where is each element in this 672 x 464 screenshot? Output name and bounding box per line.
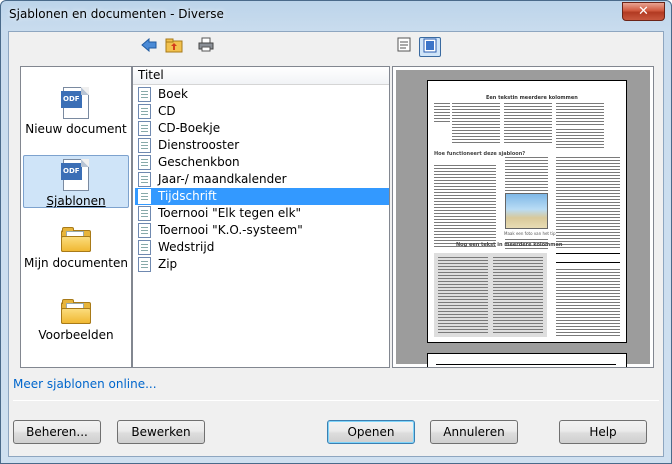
preview-rule-box: [556, 253, 620, 263]
preview-text-column: [556, 157, 620, 249]
template-file-icon: [138, 206, 151, 221]
templates-icon: ODF: [61, 159, 89, 191]
examples-folder-icon: [61, 299, 91, 325]
preview-text-column: [505, 157, 548, 191]
help-button[interactable]: Help: [559, 420, 647, 444]
list-item[interactable]: Toernooi "K.O.-systeem": [135, 222, 389, 239]
list-item[interactable]: Dienstrooster: [135, 137, 389, 154]
list-item[interactable]: Toernooi "Elk tegen elk": [135, 205, 389, 222]
category-label: Sjablonen: [46, 194, 106, 208]
preview-shaded-box: [434, 253, 547, 337]
my-documents-folder-icon: [61, 227, 91, 253]
list-item[interactable]: CD-Boekje: [135, 120, 389, 137]
preview-text-column: [438, 257, 488, 333]
template-file-icon: [138, 104, 151, 119]
category-label: Voorbeelden: [38, 328, 114, 342]
list-item[interactable]: Wedstrijd: [135, 239, 389, 256]
list-item[interactable]: Zip: [135, 256, 389, 273]
preview-image: [505, 193, 548, 229]
window-title: Sjablonen en documenten - Diverse: [9, 7, 224, 21]
document-properties-button[interactable]: [393, 37, 415, 57]
separator: [13, 400, 659, 401]
preview-headline: Nog een tekst in meerdere kolommen: [456, 242, 563, 248]
category-label: Mijn documenten: [24, 256, 128, 270]
column-header-title[interactable]: Titel: [133, 67, 389, 85]
preview-text-column: [556, 129, 604, 149]
category-my-documents[interactable]: Mijn documenten: [23, 227, 129, 293]
manage-button[interactable]: Beheren...: [13, 420, 101, 444]
template-list: Titel Boek CD CD-Boekje Dienstrooster Ge…: [132, 66, 390, 368]
document-properties-icon: [397, 37, 411, 52]
close-button[interactable]: ✕: [622, 2, 665, 21]
category-examples[interactable]: Voorbeelden: [23, 299, 129, 349]
category-new-document[interactable]: ODF Nieuw document: [23, 87, 129, 153]
template-file-icon: [138, 121, 151, 136]
category-pane: ODF Nieuw document ODF Sjablonen Mijn do…: [20, 66, 132, 368]
folder-up-icon: [165, 38, 183, 53]
template-file-icon: [138, 155, 151, 170]
list-item[interactable]: Geschenkbon: [135, 154, 389, 171]
back-button[interactable]: [138, 37, 160, 57]
category-templates[interactable]: ODF Sjablonen: [23, 155, 129, 208]
list-item[interactable]: Jaar-/ maandkalender: [135, 171, 389, 188]
new-document-icon: ODF: [61, 87, 89, 119]
list-body: Boek CD CD-Boekje Dienstrooster Geschenk…: [133, 85, 389, 273]
preview-text-column: [556, 103, 604, 127]
open-button[interactable]: Openen: [327, 420, 415, 444]
template-file-icon: [138, 240, 151, 255]
list-item[interactable]: Boek: [135, 86, 389, 103]
preview-toggle-button[interactable]: [419, 37, 441, 57]
preview-text-column: [493, 257, 543, 333]
preview-page-title: Een tekstin meerdere kolommen: [486, 95, 578, 101]
close-icon: ✕: [638, 4, 649, 19]
preview-pane: Een tekstin meerdere kolommen Hoe functi…: [392, 66, 654, 368]
preview-text-column: [452, 103, 500, 145]
print-button[interactable]: [195, 37, 217, 57]
preview-text-column: [504, 103, 552, 145]
template-file-icon: [138, 138, 151, 153]
edit-button[interactable]: Bewerken: [117, 420, 205, 444]
preview-icon: [423, 38, 437, 53]
folder-up-button[interactable]: [163, 37, 185, 57]
template-file-icon: [138, 189, 151, 204]
more-templates-online-link[interactable]: Meer sjablonen online...: [13, 377, 157, 391]
title-bar[interactable]: Sjablonen en documenten - Diverse ✕: [1, 1, 671, 31]
toolbar: [9, 32, 663, 62]
category-label: Nieuw document: [25, 122, 127, 136]
preview-text-column: [556, 269, 620, 337]
list-item-selected[interactable]: Tijdschrift: [135, 188, 389, 205]
template-file-icon: [138, 87, 151, 102]
back-arrow-icon: [141, 37, 157, 53]
preview-background: Een tekstin meerdere kolommen Hoe functi…: [396, 70, 650, 367]
printer-icon: [198, 37, 214, 52]
preview-second-page: [427, 353, 627, 367]
preview-page: Een tekstin meerdere kolommen Hoe functi…: [427, 80, 627, 343]
preview-text-column: [434, 103, 450, 123]
dialog-client: ODF Nieuw document ODF Sjablonen Mijn do…: [8, 31, 664, 457]
template-file-icon: [138, 223, 151, 238]
template-file-icon: [138, 172, 151, 187]
dialog-window: Sjablonen en documenten - Diverse ✕ ODF: [0, 0, 672, 464]
template-file-icon: [138, 257, 151, 272]
cancel-button[interactable]: Annuleren: [430, 420, 518, 444]
preview-text-column: [434, 165, 496, 249]
list-item[interactable]: CD: [135, 103, 389, 120]
